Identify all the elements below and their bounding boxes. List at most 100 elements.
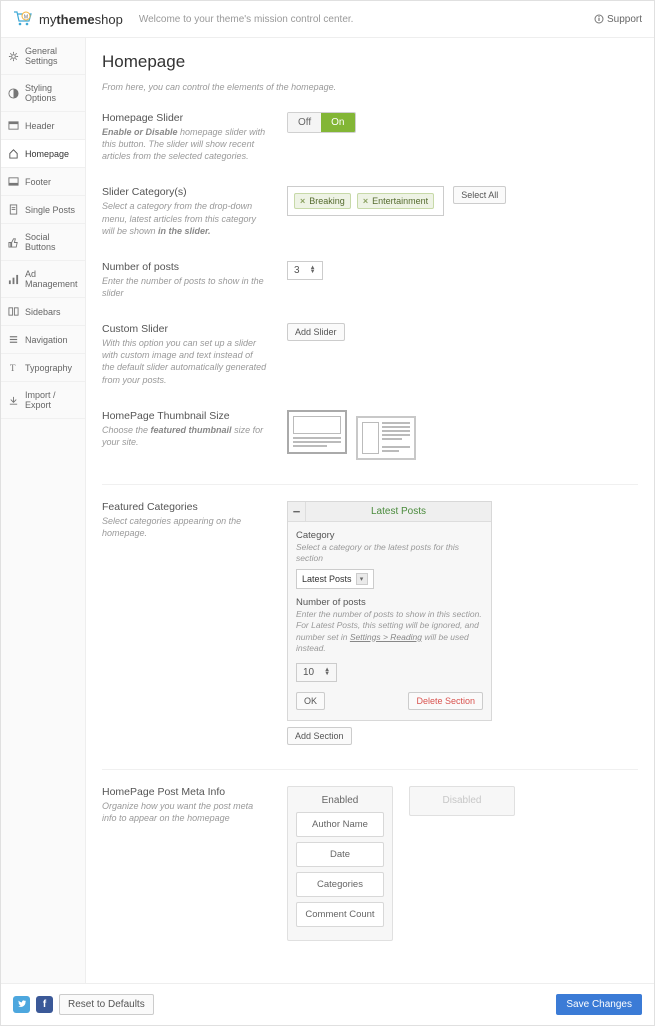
meta-title: HomePage Post Meta Info	[102, 786, 267, 798]
slider-desc: Enable or Disable homepage slider with t…	[102, 126, 267, 162]
sidebar-item-label: Footer	[25, 177, 51, 187]
meta-item-categories[interactable]: Categories	[296, 872, 384, 897]
add-slider-button[interactable]: Add Slider	[287, 323, 345, 341]
thumb-option-large[interactable]	[287, 410, 347, 454]
ok-button[interactable]: OK	[296, 692, 325, 710]
sidebar-item-import[interactable]: Import / Export	[1, 382, 85, 419]
featured-title: Featured Categories	[102, 501, 267, 513]
sidebar-item-label: Sidebars	[25, 307, 61, 317]
svg-text:T: T	[10, 363, 16, 373]
page-title: Homepage	[102, 52, 638, 72]
sidebar-item-general[interactable]: General Settings	[1, 38, 85, 75]
numposts-desc: Enter the number of posts to show in the…	[102, 275, 267, 299]
thumb-desc: Choose the featured thumbnail size for y…	[102, 424, 267, 448]
toggle-on[interactable]: On	[321, 113, 354, 132]
category-tagbox[interactable]: × Breaking × Entertainment	[287, 186, 444, 216]
numposts-input[interactable]: 3 ▲▼	[287, 261, 323, 280]
twitter-icon[interactable]	[13, 996, 30, 1013]
meta-enabled-col: Enabled Author Name Date Categories Comm…	[287, 786, 393, 941]
sidebar-item-label: Homepage	[25, 149, 69, 159]
sidebar-item-label: Navigation	[25, 335, 68, 345]
type-icon: T	[8, 362, 19, 373]
fc-cat-label: Category	[296, 530, 483, 541]
sidebar-item-sidebars[interactable]: Sidebars	[1, 298, 85, 326]
svg-text:M: M	[24, 15, 28, 21]
cart-icon: M	[13, 11, 35, 27]
sidebar-item-footer[interactable]: Footer	[1, 168, 85, 196]
tag-remove-icon[interactable]: ×	[300, 196, 305, 206]
thumb-option-small[interactable]	[356, 416, 416, 460]
add-section-button[interactable]: Add Section	[287, 727, 352, 745]
sidebar-item-label: Single Posts	[25, 205, 75, 215]
slider-toggle[interactable]: Off On	[287, 112, 356, 133]
gear-icon	[8, 51, 19, 62]
sidebar-item-styling[interactable]: Styling Options	[1, 75, 85, 112]
sidebar-item-label: Header	[25, 121, 55, 131]
tag-breaking[interactable]: × Breaking	[294, 193, 351, 209]
sidebar-item-nav[interactable]: Navigation	[1, 326, 85, 354]
meta-item-date[interactable]: Date	[296, 842, 384, 867]
sidebar-item-ads[interactable]: Ad Management	[1, 261, 85, 298]
numposts-value: 3	[294, 265, 300, 276]
meta-item-author[interactable]: Author Name	[296, 812, 384, 837]
logo: M mythemeshop	[13, 11, 123, 27]
support-link[interactable]: Support	[594, 14, 642, 25]
chart-icon	[8, 274, 19, 285]
content-area: Homepage From here, you can control the …	[86, 38, 654, 983]
fc-numposts-value: 10	[303, 667, 314, 678]
tag-entertainment[interactable]: × Entertainment	[357, 193, 434, 209]
tag-label: Entertainment	[372, 196, 428, 206]
footer-bar: f Reset to Defaults Save Changes	[1, 983, 654, 1025]
stepper-icon[interactable]: ▲▼	[324, 668, 330, 676]
sidebar: General Settings Styling Options Header …	[1, 38, 86, 983]
logo-text: mythemeshop	[39, 12, 123, 27]
select-all-button[interactable]: Select All	[453, 186, 506, 204]
featured-panel-title: Latest Posts	[306, 503, 491, 520]
stepper-icon[interactable]: ▲▼	[310, 266, 316, 274]
home-icon	[8, 148, 19, 159]
page-desc: From here, you can control the elements …	[102, 82, 638, 92]
sidebar-item-social[interactable]: Social Buttons	[1, 224, 85, 261]
meta-disabled-head: Disabled	[418, 795, 506, 806]
toggle-off[interactable]: Off	[288, 113, 321, 132]
custom-slider-title: Custom Slider	[102, 323, 267, 335]
menu-icon	[8, 334, 19, 345]
sidebar-item-label: General Settings	[25, 46, 78, 66]
header-icon	[8, 120, 19, 131]
columns-icon	[8, 306, 19, 317]
fc-cat-desc: Select a category or the latest posts fo…	[296, 542, 483, 565]
sidebar-item-single[interactable]: Single Posts	[1, 196, 85, 224]
header-bar: M mythemeshop Welcome to your theme's mi…	[1, 1, 654, 38]
footer-icon	[8, 176, 19, 187]
meta-enabled-head: Enabled	[296, 795, 384, 806]
sidebar-item-header[interactable]: Header	[1, 112, 85, 140]
sidebar-item-label: Typography	[25, 363, 72, 373]
file-icon	[8, 204, 19, 215]
tag-label: Breaking	[309, 196, 345, 206]
thumb-icon	[8, 237, 19, 248]
slider-title: Homepage Slider	[102, 112, 267, 124]
numposts-title: Number of posts	[102, 261, 267, 273]
facebook-icon[interactable]: f	[36, 996, 53, 1013]
meta-disabled-col: Disabled	[409, 786, 515, 816]
custom-slider-desc: With this option you can set up a slider…	[102, 337, 267, 386]
welcome-text: Welcome to your theme's mission control …	[139, 14, 354, 25]
fc-numposts-input[interactable]: 10 ▲▼	[296, 663, 337, 682]
sidebar-item-typography[interactable]: T Typography	[1, 354, 85, 382]
thumb-title: HomePage Thumbnail Size	[102, 410, 267, 422]
contrast-icon	[8, 88, 19, 99]
featured-panel: − Latest Posts Category Select a categor…	[287, 501, 492, 721]
sidebar-item-homepage[interactable]: Homepage	[1, 140, 85, 168]
delete-section-button[interactable]: Delete Section	[408, 692, 483, 710]
fc-np-label: Number of posts	[296, 597, 483, 608]
collapse-button[interactable]: −	[288, 502, 306, 521]
slider-cat-title: Slider Category(s)	[102, 186, 267, 198]
tag-remove-icon[interactable]: ×	[363, 196, 368, 206]
category-select[interactable]: Latest Posts ▾	[296, 569, 374, 589]
sidebar-item-label: Import / Export	[25, 390, 78, 410]
settings-reading-link[interactable]: Settings > Reading	[350, 632, 422, 642]
meta-item-comments[interactable]: Comment Count	[296, 902, 384, 927]
info-icon	[594, 14, 604, 24]
reset-button[interactable]: Reset to Defaults	[59, 994, 154, 1015]
save-button[interactable]: Save Changes	[556, 994, 642, 1015]
